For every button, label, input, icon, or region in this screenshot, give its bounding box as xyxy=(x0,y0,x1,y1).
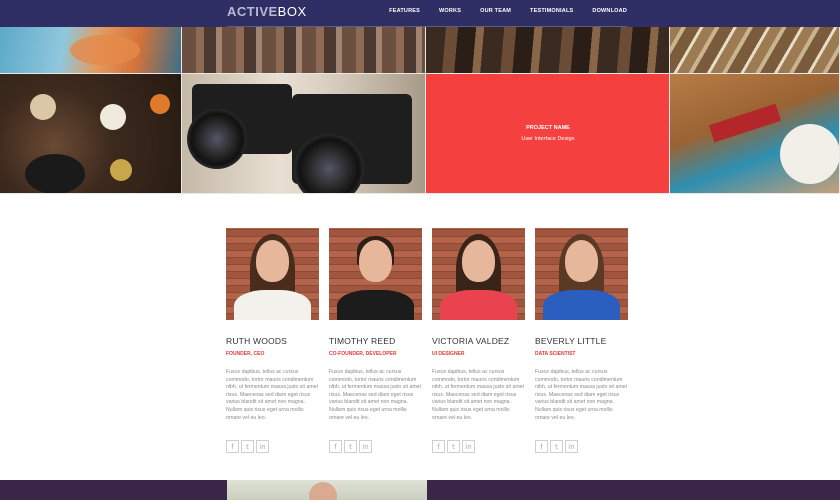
team-member-card: TIMOTHY REED CO-FOUNDER, DEVELOPER Fusce… xyxy=(329,228,422,454)
portfolio-item-kitchen-table[interactable] xyxy=(0,74,182,194)
twitter-icon[interactable]: t xyxy=(241,440,254,454)
social-links: f t in xyxy=(535,440,628,454)
social-links: f t in xyxy=(226,440,319,454)
project-name-label: PROJECT NAME xyxy=(526,125,570,131)
team-member-card: VICTORIA VALDEZ UI DESIGNER Fusce dapibu… xyxy=(432,228,525,454)
facebook-icon[interactable]: f xyxy=(432,440,445,454)
team-member-bio: Fusce dapibus, tellus ac cursus commodo,… xyxy=(432,369,524,421)
portfolio-item-cameras[interactable] xyxy=(182,74,426,194)
logo-text-active: ACTIVE xyxy=(227,4,278,19)
twitter-icon[interactable]: t xyxy=(344,440,357,454)
team-member-role: UI DESIGNER xyxy=(432,351,465,357)
team-member-photo xyxy=(432,228,525,320)
social-links: f t in xyxy=(329,440,422,454)
facebook-icon[interactable]: f xyxy=(329,440,342,454)
nav-testimonials[interactable]: TESTIMONIALS xyxy=(530,8,573,14)
team-member-card: BEVERLY LITTLE DATA SCIENTIST Fusce dapi… xyxy=(535,228,628,454)
logo[interactable]: ACTIVEBOX xyxy=(227,4,307,19)
portfolio-item-pencils[interactable] xyxy=(670,27,840,74)
nav-works[interactable]: WORKS xyxy=(439,8,461,14)
nav-features[interactable]: FEATURES xyxy=(389,8,420,14)
team-member-photo xyxy=(226,228,319,320)
team-member-name: TIMOTHY REED xyxy=(329,336,396,346)
portfolio-item-highlighted[interactable]: PROJECT NAME User Interface Design xyxy=(426,74,670,194)
nav-our-team[interactable]: OUR TEAM xyxy=(480,8,511,14)
linkedin-icon[interactable]: in xyxy=(565,440,578,454)
project-category-label: User Interface Design xyxy=(521,136,575,142)
facebook-icon[interactable]: f xyxy=(226,440,239,454)
facebook-icon[interactable]: f xyxy=(535,440,548,454)
team-member-role: DATA SCIENTIST xyxy=(535,351,576,357)
team-member-name: RUTH WOODS xyxy=(226,336,288,346)
team-member-bio: Fusce dapibus, tellus ac cursus commodo,… xyxy=(329,369,421,421)
navbar-inner: ACTIVEBOX FEATURES WORKS OUR TEAM TESTIM… xyxy=(227,0,627,27)
linkedin-icon[interactable]: in xyxy=(462,440,475,454)
page: ACTIVEBOX FEATURES WORKS OUR TEAM TESTIM… xyxy=(0,0,840,500)
logo-text-box: BOX xyxy=(277,4,307,19)
nav-download[interactable]: DOWNLOAD xyxy=(592,8,627,14)
portfolio-item-letterpress[interactable] xyxy=(182,27,426,74)
portfolio-item-food-plate[interactable] xyxy=(0,27,182,74)
team-member-role: CO-FOUNDER, DEVELOPER xyxy=(329,351,397,357)
portfolio-item-school-pennant[interactable] xyxy=(670,74,840,194)
team-section: RUTH WOODS FOUNDER, CEO Fusce dapibus, t… xyxy=(226,228,628,454)
twitter-icon[interactable]: t xyxy=(447,440,460,454)
twitter-icon[interactable]: t xyxy=(550,440,563,454)
portfolio-grid: PROJECT NAME User Interface Design xyxy=(0,27,840,194)
social-links: f t in xyxy=(432,440,525,454)
team-member-photo xyxy=(535,228,628,320)
main-nav: FEATURES WORKS OUR TEAM TESTIMONIALS DOW… xyxy=(370,8,627,14)
linkedin-icon[interactable]: in xyxy=(256,440,269,454)
portfolio-item-tools[interactable] xyxy=(426,27,670,74)
team-member-photo xyxy=(329,228,422,320)
team-member-name: VICTORIA VALDEZ xyxy=(432,336,510,346)
testimonial-photo xyxy=(227,480,427,500)
team-member-name: BEVERLY LITTLE xyxy=(535,336,607,346)
team-member-bio: Fusce dapibus, tellus ac cursus commodo,… xyxy=(226,369,318,421)
top-navbar: ACTIVEBOX FEATURES WORKS OUR TEAM TESTIM… xyxy=(0,0,840,27)
team-member-role: FOUNDER, CEO xyxy=(226,351,265,357)
team-member-bio: Fusce dapibus, tellus ac cursus commodo,… xyxy=(535,369,627,421)
team-member-card: RUTH WOODS FOUNDER, CEO Fusce dapibus, t… xyxy=(226,228,319,454)
linkedin-icon[interactable]: in xyxy=(359,440,372,454)
